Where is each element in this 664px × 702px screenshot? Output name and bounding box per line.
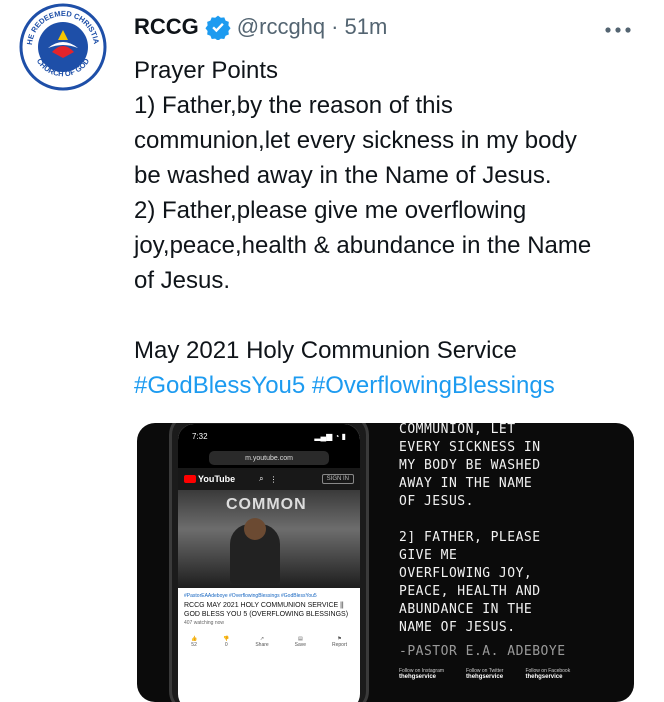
quote-text: COMMUNION, LET EVERY SICKNESS IN MY BODY…: [399, 423, 629, 661]
quote-attribution: -PASTOR E.A. ADEBOYE: [399, 644, 566, 659]
phone-clock: 7:32: [192, 431, 208, 441]
video-info: #PastorEAAdeboye #OverflowingBlessings #…: [178, 588, 360, 632]
quote-line: EVERY SICKNESS IN: [399, 440, 541, 455]
video-title: RCCG MAY 2021 HOLY COMMUNION SERVICE || …: [184, 602, 349, 618]
phone-status-bar: 7:32 ▂▄▆ ◔ ▮: [178, 424, 360, 448]
hashtag-links[interactable]: #GodBlessYou5 #OverflowingBlessings: [134, 368, 644, 403]
phone-mockup: 7:32 ▂▄▆ ◔ ▮ m.youtube.com YouTube ⌕ ⋮ S…: [169, 423, 369, 702]
share-action: ↗ Share: [255, 636, 269, 648]
tweet-line: 2) Father,please give me overflowing: [134, 197, 527, 224]
speaker-head: [244, 518, 266, 540]
separator-dot: ·: [331, 14, 339, 39]
youtube-wordmark: YouTube: [198, 474, 236, 484]
avatar[interactable]: THE REDEEMED CHRISTIAN CHURCH OF GOD: [15, 0, 108, 92]
url-text: m.youtube.com: [209, 451, 329, 465]
quote-line: MY BODY BE WASHED: [399, 458, 541, 473]
tweet-text: Prayer Points 1) Father,by the reason of…: [134, 53, 644, 403]
quote-line: ABUNDANCE IN THE: [399, 602, 533, 617]
more-options-icon[interactable]: [600, 22, 636, 38]
search-icon: ⌕: [259, 474, 264, 483]
save-action: ▤ Save: [294, 636, 307, 648]
display-name[interactable]: RCCG: [134, 14, 199, 40]
tweet-line: May 2021 Holy Communion Service: [134, 337, 517, 364]
tweet-media-image[interactable]: 7:32 ▂▄▆ ◔ ▮ m.youtube.com YouTube ⌕ ⋮ S…: [137, 423, 634, 702]
video-actions: 👍 52 👎 0 ↗ Share ▤ Save ⚑ Report: [178, 632, 360, 652]
verified-badge-icon: [205, 14, 231, 41]
social-handles: Follow on Instagram thehgservice Follow …: [399, 668, 570, 680]
browser-url-bar: m.youtube.com: [178, 448, 360, 468]
video-views: 407 watching now: [184, 620, 225, 626]
signal-icons: ▂▄▆ ◔ ▮: [314, 431, 346, 441]
quote-line: GIVE ME: [399, 548, 458, 563]
quote-line-blank: [399, 511, 629, 529]
quote-line: 2] FATHER, PLEASE: [399, 530, 541, 545]
quote-line: NAME OF JESUS.: [399, 620, 516, 635]
social-instagram: Follow on Instagram thehgservice: [399, 668, 445, 680]
youtube-logo: YouTube: [184, 474, 235, 484]
kebab-menu-icon: ⋮: [269, 474, 278, 484]
video-tags: #PastorEAAdeboye #OverflowingBlessings #…: [184, 593, 317, 599]
tweet-line: of Jesus.: [134, 267, 231, 294]
rccg-logo: THE REDEEMED CHRISTIAN CHURCH OF GOD: [15, 0, 107, 91]
quote-line: AWAY IN THE NAME: [399, 476, 533, 491]
quote-line: OF JESUS.: [399, 494, 474, 509]
quote-line: COMMUNION, LET: [399, 423, 516, 437]
quote-line: PEACE, HEALTH AND: [399, 584, 541, 599]
tweet-line: be washed away in the Name of Jesus.: [134, 162, 552, 189]
timestamp[interactable]: 51m: [344, 14, 387, 40]
tweet-line: joy,peace,health & abundance in the Name: [134, 232, 592, 259]
video-thumbnail: COMMON: [178, 490, 360, 588]
quote-line: OVERFLOWING JOY,: [399, 566, 533, 581]
sign-in-button: SIGN IN: [321, 474, 354, 484]
phone-screen: 7:32 ▂▄▆ ◔ ▮ m.youtube.com YouTube ⌕ ⋮ S…: [178, 424, 360, 702]
tweet-line: 1) Father,by the reason of this: [134, 92, 453, 119]
report-action: ⚑ Report: [332, 636, 348, 648]
tweet-header: RCCG @rccghq · 51m: [134, 14, 387, 41]
user-handle[interactable]: @rccghq: [237, 14, 325, 40]
video-overlay-text: COMMON: [226, 496, 307, 513]
youtube-play-icon: [184, 475, 196, 483]
youtube-header: YouTube ⌕ ⋮ SIGN IN: [178, 468, 360, 490]
dislike-action: 👎 0: [223, 636, 230, 648]
tweet-line: communion,let every sickness in my body: [134, 127, 577, 154]
social-facebook: Follow on Facebook thehgservice: [525, 668, 571, 680]
tweet-line: Prayer Points: [134, 57, 279, 84]
like-action: 👍 52: [190, 636, 198, 648]
social-twitter: Follow on Twitter thehgservice: [466, 668, 504, 680]
